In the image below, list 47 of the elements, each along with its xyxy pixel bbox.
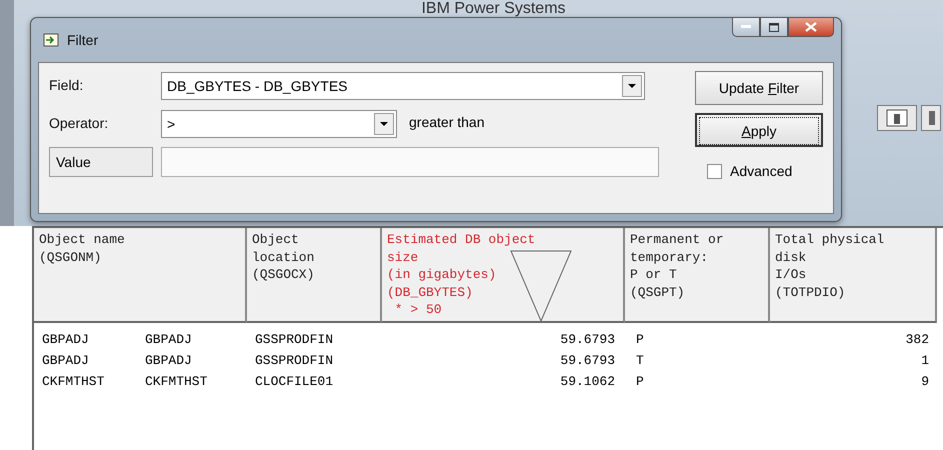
- dialog-button[interactable]: Apply: [695, 113, 823, 147]
- toolbar-button-icon[interactable]: [877, 105, 917, 131]
- dropdown-arrow-icon: [628, 84, 636, 88]
- table-cell-text: GBPADJ: [41, 352, 90, 370]
- table-cell-text: 1: [920, 352, 930, 370]
- value-button[interactable]: Value: [49, 147, 153, 177]
- table-cell-text: GBPADJ: [144, 331, 193, 349]
- toolbar-button-icon[interactable]: [921, 105, 941, 131]
- table-cell-text: 59.6793: [559, 331, 616, 349]
- table-cell-text: GBPADJ: [144, 352, 193, 370]
- operator-dropdown[interactable]: >: [161, 110, 397, 138]
- table-cell-text: 59.6793: [559, 352, 616, 370]
- column-header[interactable]: Total physical disk I/Os (TOTPDIO): [770, 228, 937, 323]
- dialog-button[interactable]: Update Filter: [695, 71, 823, 105]
- table-cell-text: CLOCFILE01: [254, 373, 334, 391]
- table-cell-text: CKFMTHST: [41, 373, 106, 391]
- dropdown-arrow-icon: [380, 122, 388, 126]
- table-cell-text: 382: [904, 331, 930, 349]
- table-cell-text: 9: [920, 373, 930, 391]
- column-header[interactable]: Object name (QSGONM): [34, 228, 247, 323]
- field-dropdown[interactable]: DB_GBYTES - DB_GBYTES: [161, 72, 645, 100]
- table-cell-text: 59.1062: [559, 373, 616, 391]
- close-button[interactable]: [788, 17, 834, 37]
- operator-description: greater than: [409, 113, 484, 130]
- table-cell-text: CKFMTHST: [144, 373, 208, 391]
- table-cell-text: GBPADJ: [41, 331, 90, 349]
- app-title: IBM Power Systems: [421, 0, 566, 17]
- advanced-checkbox[interactable]: Advanced: [695, 163, 823, 179]
- filter-window-icon: [43, 33, 59, 47]
- minimize-icon: [741, 25, 751, 29]
- table-cell-text: GSSPRODFIN: [254, 331, 334, 349]
- checkbox-square[interactable]: [707, 164, 722, 178]
- column-header[interactable]: Permanent or temporary: P or T (QSGPT): [625, 228, 770, 323]
- close-icon: [805, 22, 817, 32]
- table-cell-text: P: [635, 331, 645, 349]
- value-input-field[interactable]: [161, 147, 659, 177]
- operator-label: Operator:: [49, 114, 110, 131]
- table-cell-text: P: [635, 373, 645, 391]
- table-cell-text: GSSPRODFIN: [254, 352, 334, 370]
- column-header[interactable]: Object location (QSGOCX): [247, 228, 382, 323]
- dialog-title: Filter: [67, 32, 98, 48]
- minimize-button[interactable]: [732, 17, 760, 37]
- maximize-icon: [769, 22, 779, 32]
- table-cell-text: T: [635, 352, 645, 370]
- column-header[interactable]: Estimated DB object size (in gigabytes) (DB_GBYTES) * > 50: [382, 228, 625, 323]
- maximize-button[interactable]: [760, 17, 788, 37]
- field-label: Field:: [49, 76, 84, 93]
